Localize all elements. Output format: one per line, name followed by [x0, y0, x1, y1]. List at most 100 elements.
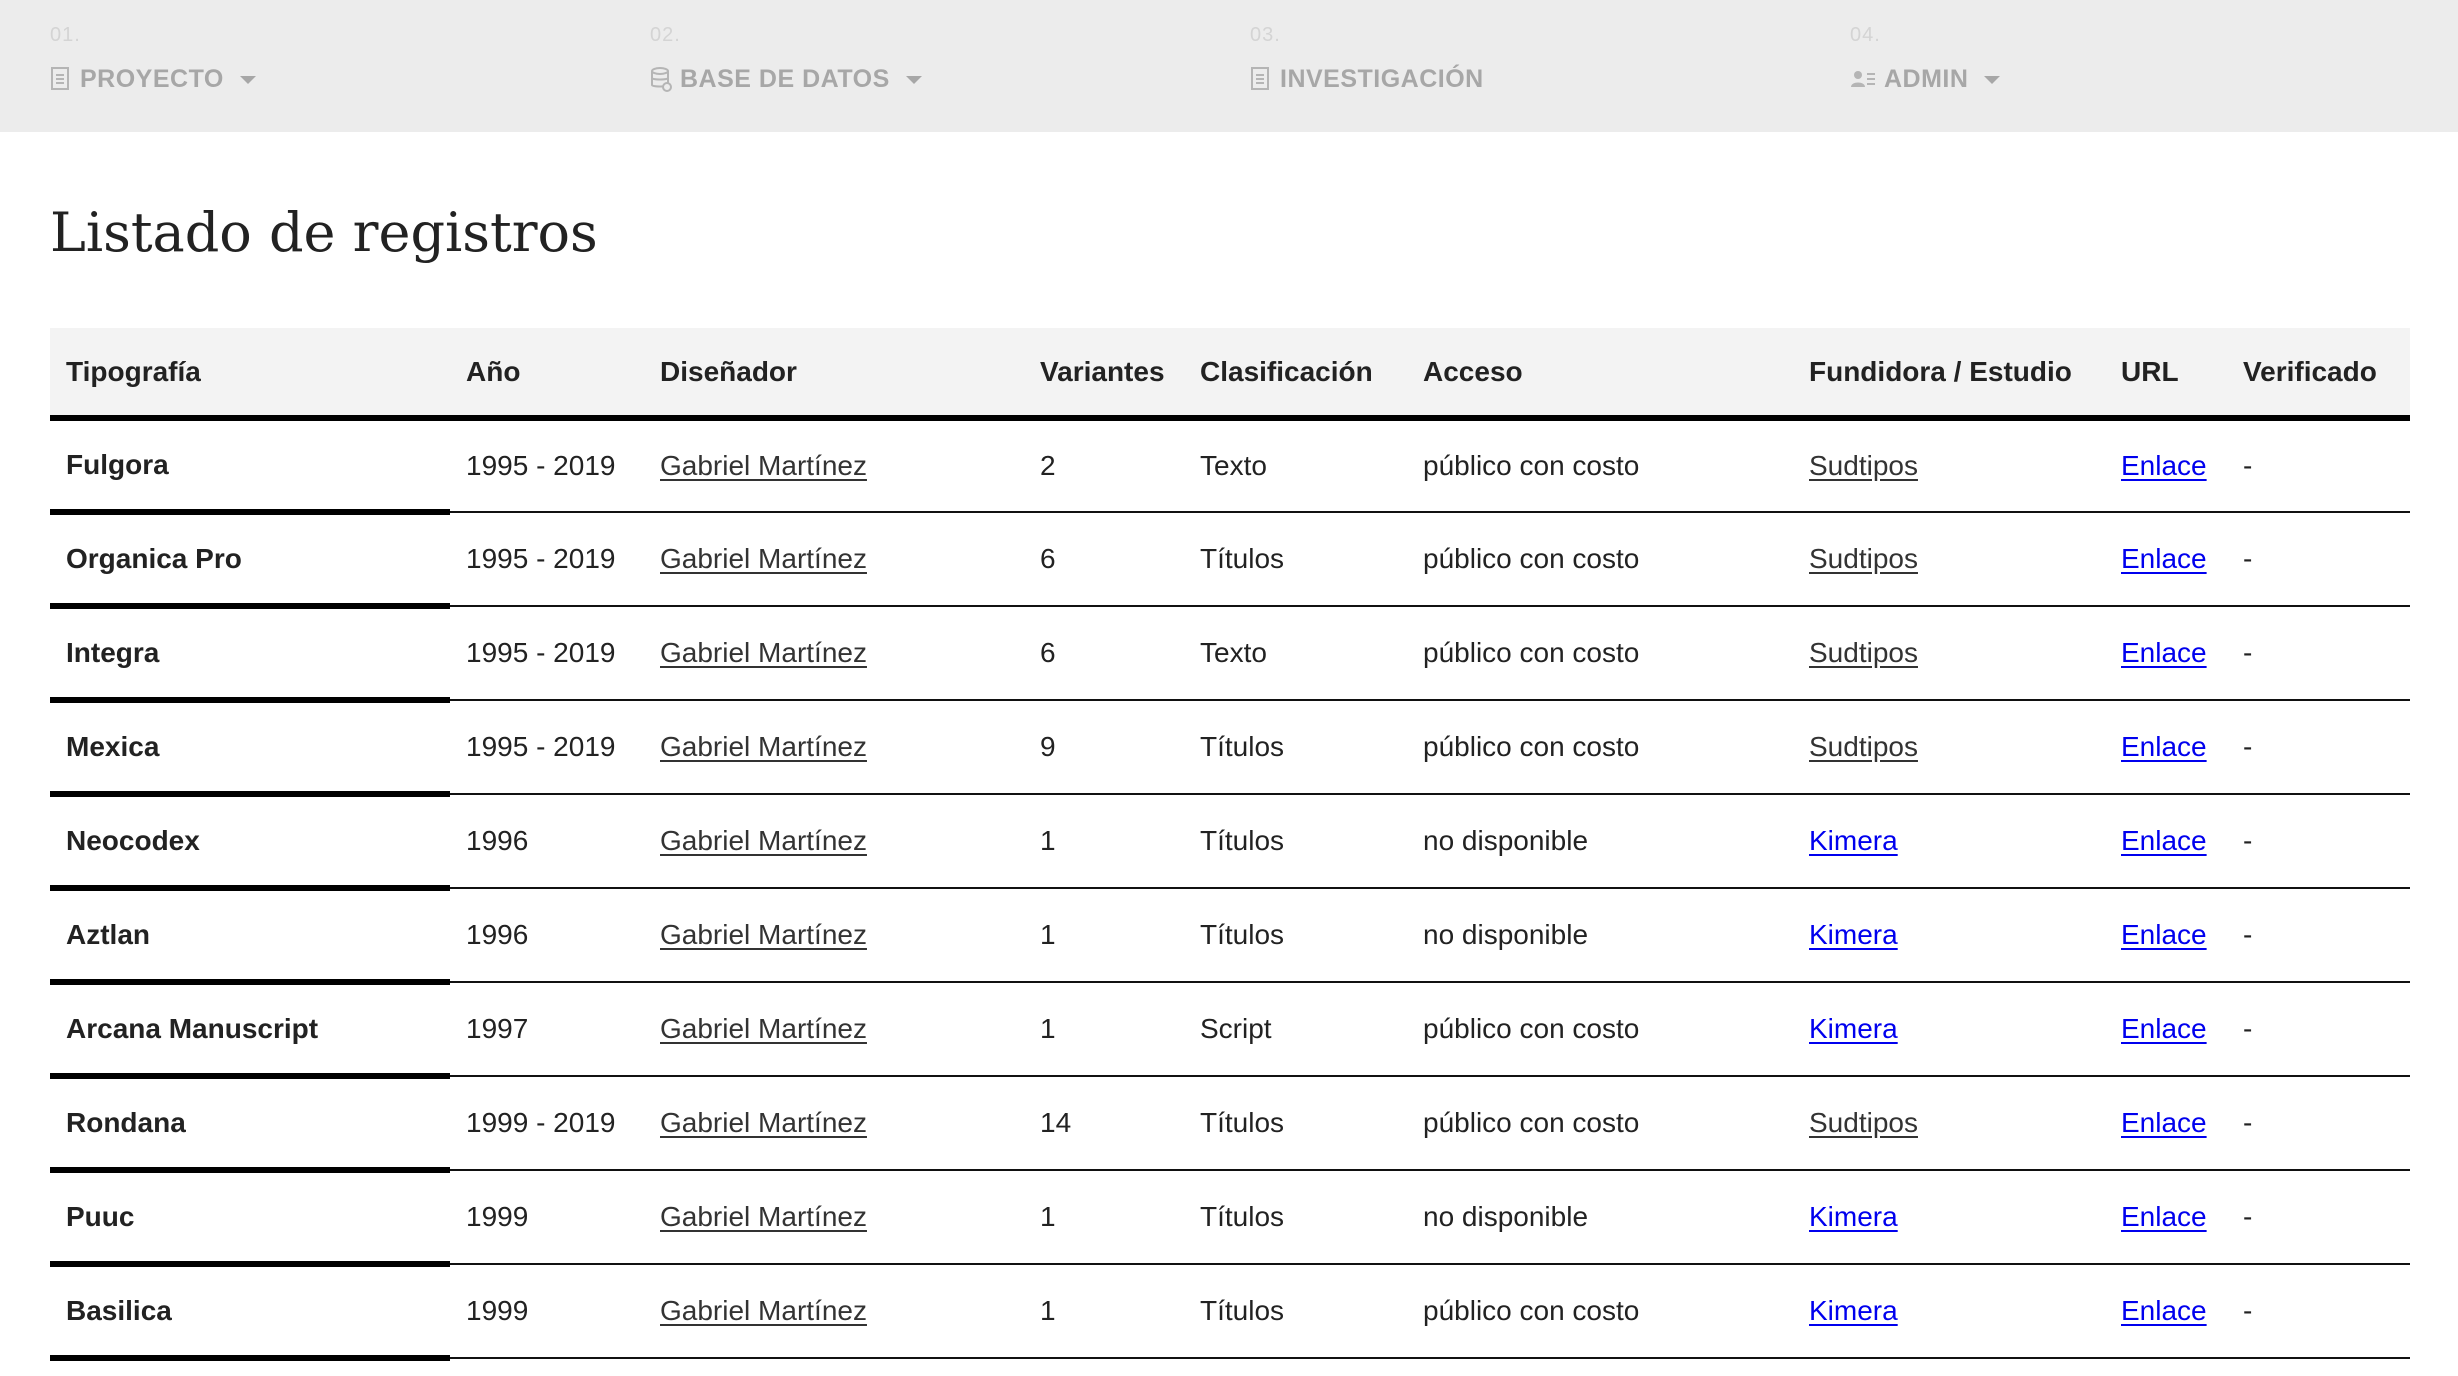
- cell-access: público con costo: [1407, 982, 1799, 1077]
- nav-item-label: INVESTIGACIÓN: [1280, 64, 1484, 93]
- cell-foundry: Sudtipos: [1799, 512, 2111, 607]
- cell-typeface-name: Fulgora: [50, 418, 450, 515]
- foundry-link[interactable]: Kimera: [1809, 919, 1898, 950]
- cell-url: Enlace: [2111, 982, 2233, 1077]
- cell-foundry: Kimera: [1799, 1264, 2111, 1359]
- url-link[interactable]: Enlace: [2121, 450, 2207, 481]
- url-link[interactable]: Enlace: [2121, 1201, 2207, 1232]
- designer-link[interactable]: Gabriel Martínez: [660, 919, 867, 950]
- nav-item-label: PROYECTO: [80, 64, 224, 93]
- column-header-disenador[interactable]: Diseñador: [644, 328, 1024, 421]
- url-link[interactable]: Enlace: [2121, 543, 2207, 574]
- designer-link[interactable]: Gabriel Martínez: [660, 637, 867, 668]
- cell-variants: 1: [1024, 1264, 1190, 1359]
- cell-designer: Gabriel Martínez: [644, 1264, 1024, 1359]
- cell-designer: Gabriel Martínez: [644, 606, 1024, 701]
- cell-variants: 9: [1024, 700, 1190, 795]
- cell-variants: 1: [1024, 982, 1190, 1077]
- cell-variants: 1: [1024, 1170, 1190, 1265]
- nav-item-investigacion[interactable]: 03. INVESTIGACIÓN: [1250, 0, 1810, 132]
- nav-item-admin[interactable]: 04. ADMIN: [1850, 0, 2410, 132]
- cell-typeface-name: Puuc: [50, 1170, 450, 1267]
- cell-year: 1996: [450, 888, 644, 983]
- cell-typeface-name: Aztlan: [50, 888, 450, 985]
- cell-foundry: Sudtipos: [1799, 606, 2111, 701]
- designer-link[interactable]: Gabriel Martínez: [660, 450, 867, 481]
- foundry-link[interactable]: Sudtipos: [1809, 731, 1918, 762]
- cell-verified: -: [2233, 418, 2410, 513]
- cell-typeface-name: Neocodex: [50, 794, 450, 891]
- foundry-link[interactable]: Kimera: [1809, 1295, 1898, 1326]
- cell-typeface-name: Basilica: [50, 1264, 450, 1361]
- designer-link[interactable]: Gabriel Martínez: [660, 1201, 867, 1232]
- url-link[interactable]: Enlace: [2121, 731, 2207, 762]
- table-row: Aztlan 1996 Gabriel Martínez 1 Títulos no dis…: [50, 888, 2410, 985]
- url-link[interactable]: Enlace: [2121, 1295, 2207, 1326]
- cell-access: no disponible: [1407, 794, 1799, 889]
- foundry-link[interactable]: Kimera: [1809, 825, 1898, 856]
- nav-item-base-de-datos[interactable]: 02. BASE DE DATOS: [650, 0, 1210, 132]
- cell-classification: Títulos: [1190, 888, 1407, 983]
- cell-classification: Títulos: [1190, 794, 1407, 889]
- cell-variants: 1: [1024, 888, 1190, 983]
- cell-foundry: Sudtipos: [1799, 700, 2111, 795]
- cell-year: 1997: [450, 982, 644, 1077]
- cell-variants: 6: [1024, 606, 1190, 701]
- cell-variants: 14: [1024, 1076, 1190, 1171]
- cell-access: público con costo: [1407, 512, 1799, 607]
- column-header-tipografia[interactable]: Tipografía: [50, 328, 450, 421]
- foundry-link[interactable]: Sudtipos: [1809, 637, 1918, 668]
- cell-designer: Gabriel Martínez: [644, 700, 1024, 795]
- cell-classification: Títulos: [1190, 700, 1407, 795]
- foundry-link[interactable]: Sudtipos: [1809, 450, 1918, 481]
- cell-url: Enlace: [2111, 1264, 2233, 1359]
- column-header-verificado[interactable]: Verificado: [2233, 328, 2410, 421]
- designer-link[interactable]: Gabriel Martínez: [660, 543, 867, 574]
- cell-foundry: Kimera: [1799, 794, 2111, 889]
- column-header-variantes[interactable]: Variantes: [1024, 328, 1190, 421]
- url-link[interactable]: Enlace: [2121, 637, 2207, 668]
- cell-designer: Gabriel Martínez: [644, 418, 1024, 513]
- nav-item-number: 02.: [650, 24, 681, 46]
- url-link[interactable]: Enlace: [2121, 1107, 2207, 1138]
- cell-year: 1999 - 2019: [450, 1076, 644, 1171]
- table-row: Integra 1995 - 2019 Gabriel Martínez 6 Texto…: [50, 606, 2410, 703]
- cell-url: Enlace: [2111, 606, 2233, 701]
- cell-classification: Script: [1190, 982, 1407, 1077]
- cell-year: 1995 - 2019: [450, 418, 644, 513]
- url-link[interactable]: Enlace: [2121, 1013, 2207, 1044]
- column-header-clasificacion[interactable]: Clasificación: [1190, 328, 1407, 421]
- cell-year: 1995 - 2019: [450, 512, 644, 607]
- cell-classification: Títulos: [1190, 1076, 1407, 1171]
- designer-link[interactable]: Gabriel Martínez: [660, 825, 867, 856]
- cell-verified: -: [2233, 700, 2410, 795]
- cell-verified: -: [2233, 1264, 2410, 1359]
- column-header-acceso[interactable]: Acceso: [1407, 328, 1799, 421]
- column-header-fundidora[interactable]: Fundidora / Estudio: [1799, 328, 2111, 421]
- designer-link[interactable]: Gabriel Martínez: [660, 731, 867, 762]
- cell-variants: 2: [1024, 418, 1190, 513]
- cell-access: público con costo: [1407, 1076, 1799, 1171]
- designer-link[interactable]: Gabriel Martínez: [660, 1295, 867, 1326]
- cell-foundry: Kimera: [1799, 1170, 2111, 1265]
- foundry-link[interactable]: Sudtipos: [1809, 543, 1918, 574]
- nav-item-label: BASE DE DATOS: [680, 64, 890, 93]
- foundry-link[interactable]: Sudtipos: [1809, 1107, 1918, 1138]
- table-row: Fulgora 1995 - 2019 Gabriel Martínez 2 Texto…: [50, 418, 2410, 515]
- url-link[interactable]: Enlace: [2121, 919, 2207, 950]
- cell-url: Enlace: [2111, 888, 2233, 983]
- foundry-link[interactable]: Kimera: [1809, 1013, 1898, 1044]
- foundry-link[interactable]: Kimera: [1809, 1201, 1898, 1232]
- designer-link[interactable]: Gabriel Martínez: [660, 1107, 867, 1138]
- cell-year: 1999: [450, 1264, 644, 1359]
- cell-classification: Títulos: [1190, 512, 1407, 607]
- url-link[interactable]: Enlace: [2121, 825, 2207, 856]
- cell-url: Enlace: [2111, 1076, 2233, 1171]
- cell-access: público con costo: [1407, 606, 1799, 701]
- designer-link[interactable]: Gabriel Martínez: [660, 1013, 867, 1044]
- cell-typeface-name: Mexica: [50, 700, 450, 797]
- column-header-url[interactable]: URL: [2111, 328, 2233, 421]
- nav-item-proyecto[interactable]: 01. PROYECTO: [50, 0, 610, 132]
- cell-designer: Gabriel Martínez: [644, 1170, 1024, 1265]
- column-header-anio[interactable]: Año: [450, 328, 644, 421]
